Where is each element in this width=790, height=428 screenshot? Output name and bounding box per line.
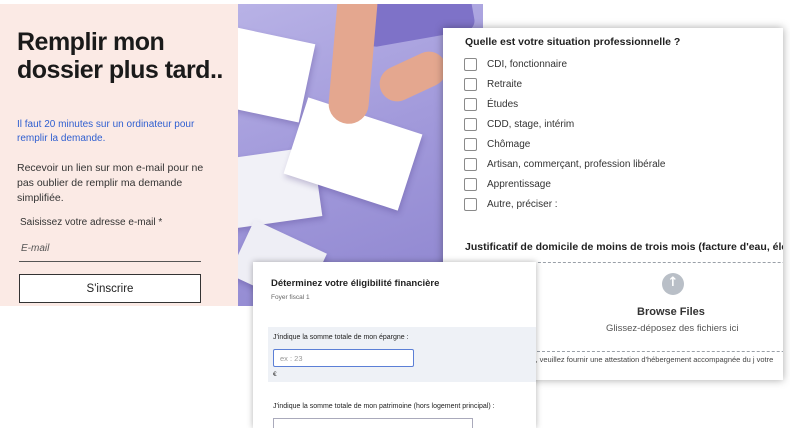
email-label: Saisissez votre adresse e-mail * [20,217,163,228]
option-label: CDD, stage, intérim [487,118,575,130]
savings-field-group: J'indique la somme totale de mon épargne… [268,327,536,382]
patrimoine-label: J'indique la somme totale de mon patrimo… [273,403,495,410]
signup-title: Remplir mon dossier plus tard.. [17,28,223,84]
checkbox[interactable] [464,117,477,131]
currency-unit: € [273,371,277,378]
checkbox[interactable] [464,77,477,91]
option-apprentissage[interactable]: Apprentissage [464,174,665,194]
savings-label: J'indique la somme totale de mon épargne… [273,334,409,341]
option-label: Retraite [487,78,523,90]
hand-shape [373,45,453,108]
signup-info-text: Il faut 20 minutes sur un ordinateur pou… [17,119,195,144]
browse-files-label[interactable]: Browse Files [637,306,705,318]
signup-card: Remplir mon dossier plus tard.. Il faut … [0,4,238,306]
option-cdi[interactable]: CDI, fonctionnaire [464,54,665,74]
tax-household-label: Foyer fiscal 1 [271,294,310,301]
option-label: Apprentissage [487,178,551,190]
option-artisan[interactable]: Artisan, commerçant, profession libérale [464,154,665,174]
proof-of-address-label: Justificatif de domicile de moins de tro… [465,241,783,253]
email-input[interactable] [19,236,201,262]
savings-input[interactable] [273,349,414,367]
option-cdd[interactable]: CDD, stage, intérim [464,114,665,134]
checkbox[interactable] [464,177,477,191]
option-label: Chômage [487,138,531,150]
option-label: Études [487,98,519,110]
option-retraite[interactable]: Retraite [464,74,665,94]
eligibility-title: Déterminez votre éligibilité financière [271,278,440,289]
checkbox[interactable] [464,97,477,111]
signup-description: Recevoir un lien sur mon e-mail pour ne … [17,162,204,204]
cloud-upload-icon [662,273,684,295]
option-label: Artisan, commerçant, profession libérale [487,158,666,170]
option-autre[interactable]: Autre, préciser : [464,194,665,214]
option-label: Autre, préciser : [487,198,558,210]
checkbox[interactable] [464,57,477,71]
patrimoine-input[interactable] [273,418,473,428]
checkbox[interactable] [464,137,477,151]
subscribe-button[interactable]: S'inscrire [19,274,201,303]
option-chomage[interactable]: Chômage [464,134,665,154]
option-label: CDI, fonctionnaire [487,58,568,70]
hand-shape [326,4,380,126]
eligibility-card: Déterminez votre éligibilité financière … [253,262,536,428]
collage-stage: Remplir mon dossier plus tard.. Il faut … [0,0,790,428]
checkbox[interactable] [464,157,477,171]
option-etudes[interactable]: Études [464,94,665,114]
professional-options: CDI, fonctionnaire Retraite Études CDD, … [464,54,665,214]
drag-drop-hint: Glissez-déposez des fichiers ici [606,323,739,334]
professional-question: Quelle est votre situation professionnel… [465,36,681,48]
checkbox[interactable] [464,197,477,211]
